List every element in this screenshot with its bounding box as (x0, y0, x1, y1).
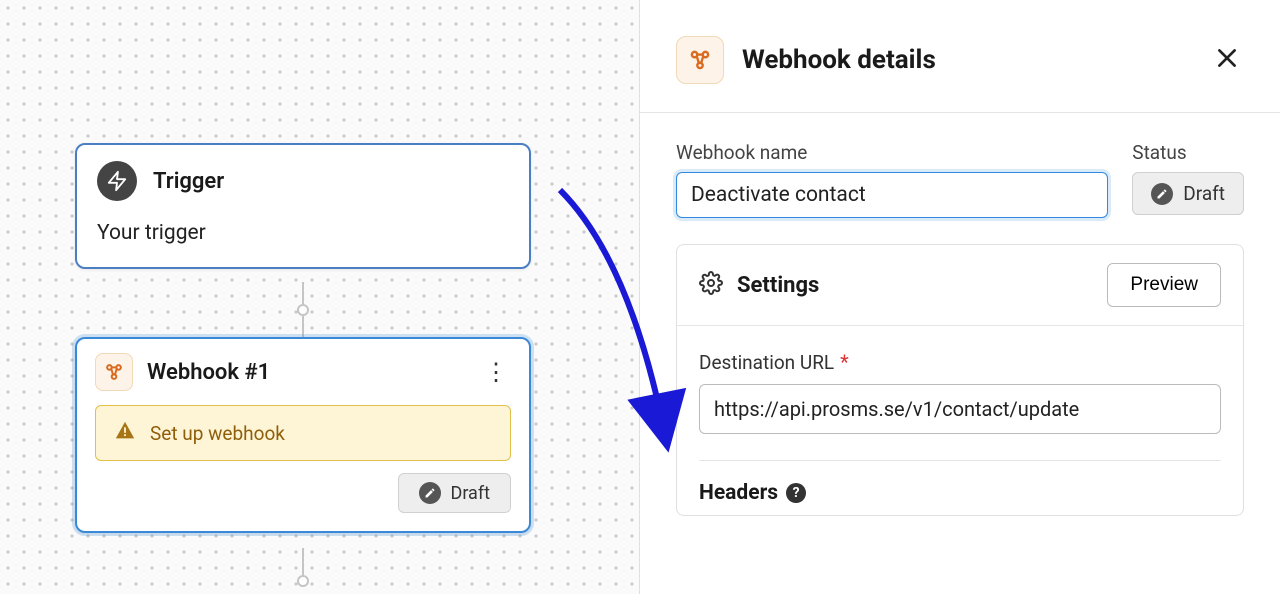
warning-triangle-icon (114, 420, 136, 446)
lightning-icon (97, 161, 137, 201)
required-indicator: * (840, 350, 849, 374)
connector-line (302, 316, 304, 338)
preview-button[interactable]: Preview (1107, 263, 1221, 307)
webhook-node[interactable]: Webhook #1 ⋮ Set up webhook Draft (75, 337, 531, 533)
headers-label: Headers (699, 481, 778, 505)
trigger-node[interactable]: Trigger Your trigger (75, 143, 531, 269)
status-value: Draft (1183, 182, 1225, 205)
webhook-node-title: Webhook #1 (147, 360, 467, 385)
destination-url-label: Destination URL (699, 351, 834, 374)
warning-text: Set up webhook (150, 422, 285, 445)
status-text: Draft (451, 483, 491, 504)
setup-warning-banner[interactable]: Set up webhook (95, 405, 511, 461)
settings-title: Settings (737, 273, 1093, 298)
status-label: Status (1132, 141, 1244, 164)
close-icon (1214, 45, 1240, 71)
trigger-description: Your trigger (97, 221, 509, 245)
status-badge: Draft (1132, 172, 1244, 215)
connector-line (302, 548, 304, 576)
webhook-name-label: Webhook name (676, 141, 1108, 164)
details-panel: Webhook details Webhook name Status D (640, 0, 1280, 594)
panel-title: Webhook details (742, 45, 1192, 75)
close-button[interactable] (1210, 41, 1244, 79)
status-badge: Draft (398, 473, 512, 513)
pencil-icon (1151, 183, 1173, 205)
trigger-title: Trigger (153, 169, 224, 194)
connector-dot (297, 575, 309, 587)
flow-canvas[interactable]: Trigger Your trigger Webhook #1 ⋮ Set up… (0, 0, 640, 594)
webhook-icon (95, 353, 133, 391)
destination-url-input[interactable] (699, 384, 1221, 434)
gear-icon (699, 271, 723, 299)
help-icon[interactable]: ? (786, 483, 806, 503)
webhook-name-input[interactable] (676, 172, 1108, 218)
settings-card: Settings Preview Destination URL * Heade… (676, 244, 1244, 516)
divider (699, 460, 1221, 461)
webhook-icon (676, 36, 724, 84)
pencil-icon (419, 482, 441, 504)
connector-dot (297, 304, 309, 316)
more-vertical-icon[interactable]: ⋮ (481, 357, 511, 387)
